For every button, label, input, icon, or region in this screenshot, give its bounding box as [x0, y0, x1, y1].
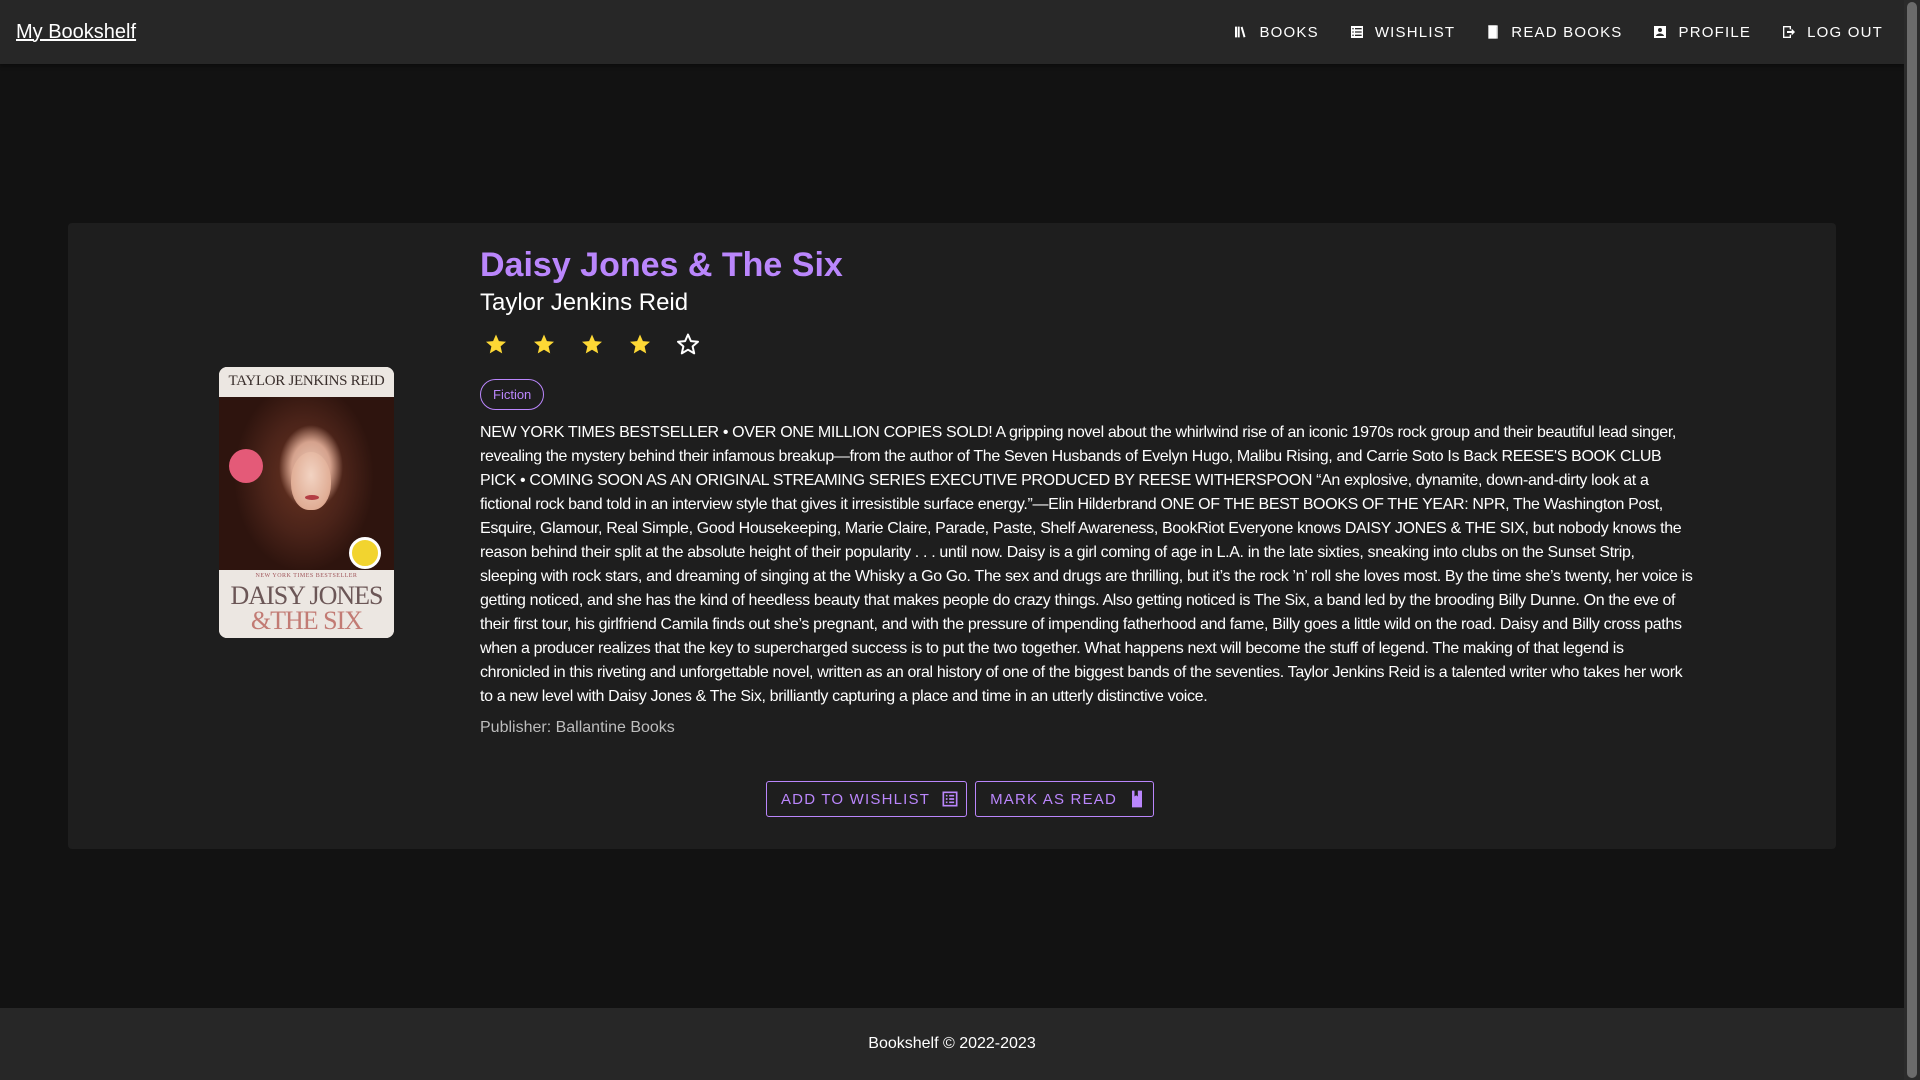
- nav-item-label: Read Books: [1511, 23, 1623, 41]
- cover-face: [291, 452, 331, 510]
- top-nav: Books Wishlist Read Books Profile Log Ou…: [1218, 0, 1888, 64]
- page: My Bookshelf Books Wishlist Read Books P…: [0, 0, 1920, 1080]
- book-detail-card: TAYLOR JENKINS REID NEW YORK TIMES BESTS…: [68, 223, 1836, 849]
- nav-item-profile[interactable]: Profile: [1637, 12, 1766, 52]
- book-description: NEW YORK TIMES BESTSELLER • OVER ONE MIL…: [480, 424, 1693, 705]
- book-actions: Add to Wishlist Mark as Read: [68, 781, 1836, 817]
- brand-link[interactable]: My Bookshelf: [16, 21, 136, 44]
- cover-badge: [229, 449, 263, 483]
- book-title: Daisy Jones & The Six: [480, 246, 843, 284]
- star-filled-icon[interactable]: [576, 328, 608, 360]
- add-to-wishlist-label: Add to Wishlist: [780, 790, 931, 808]
- star-filled-icon[interactable]: [624, 328, 656, 360]
- app-bar: My Bookshelf Books Wishlist Read Books P…: [0, 0, 1904, 64]
- nav-item-label: Books: [1259, 23, 1319, 41]
- account-box-icon: [1654, 26, 1667, 38]
- cover-author: TAYLOR JENKINS REID: [219, 367, 394, 397]
- mark-as-read-button[interactable]: Mark as Read: [975, 781, 1155, 817]
- main-area: My Bookshelf Books Wishlist Read Books P…: [0, 0, 1904, 1080]
- cover-title-block: NEW YORK TIMES BESTSELLER DAISY JONES &T…: [219, 570, 394, 638]
- mark-as-read-label: Mark as Read: [990, 790, 1118, 808]
- add-to-wishlist-button[interactable]: Add to Wishlist: [765, 781, 968, 817]
- nav-item-read-books[interactable]: Read Books: [1470, 12, 1637, 52]
- footer-copyright: Bookshelf © 2022-2023: [868, 1035, 1036, 1052]
- book-cover-image: TAYLOR JENKINS REID NEW YORK TIMES BESTS…: [219, 367, 394, 638]
- star-filled-icon[interactable]: [528, 328, 560, 360]
- cover-tagline: NEW YORK TIMES BESTSELLER: [255, 573, 358, 579]
- vertical-scrollbar[interactable]: [1904, 0, 1920, 1080]
- book-publisher: Publisher: Ballantine Books: [480, 719, 675, 736]
- star-filled-icon[interactable]: [480, 328, 512, 360]
- bookmark-icon: [1488, 25, 1498, 39]
- scrollbar-thumb[interactable]: [1907, 2, 1917, 1078]
- nav-item-label: Log Out: [1807, 23, 1883, 41]
- star-outline-icon[interactable]: [672, 328, 704, 360]
- nav-item-label: Wishlist: [1374, 23, 1456, 41]
- book-author: Taylor Jenkins Reid: [480, 289, 689, 316]
- nav-item-logout[interactable]: Log Out: [1766, 12, 1888, 52]
- nav-item-wishlist[interactable]: Wishlist: [1334, 12, 1470, 52]
- logout-icon: [1783, 26, 1796, 38]
- genre-chip: Fiction: [480, 379, 545, 410]
- list-icon: [942, 791, 958, 807]
- nav-item-label: Profile: [1678, 23, 1752, 41]
- library-icon: [1235, 26, 1246, 38]
- nav-item-books[interactable]: Books: [1218, 12, 1333, 52]
- footer: Bookshelf © 2022-2023: [0, 1008, 1904, 1080]
- star-rating[interactable]: [480, 329, 1695, 359]
- cover-title-line2: &THE SIX: [250, 606, 363, 635]
- cover-lips: [305, 495, 319, 500]
- book-info: Daisy Jones & The Six Taylor Jenkins Rei…: [480, 245, 1695, 740]
- bookmark-icon: [1132, 790, 1143, 808]
- list-icon: [1350, 26, 1363, 38]
- cover-seal: [349, 537, 381, 569]
- cover-art: [219, 397, 394, 570]
